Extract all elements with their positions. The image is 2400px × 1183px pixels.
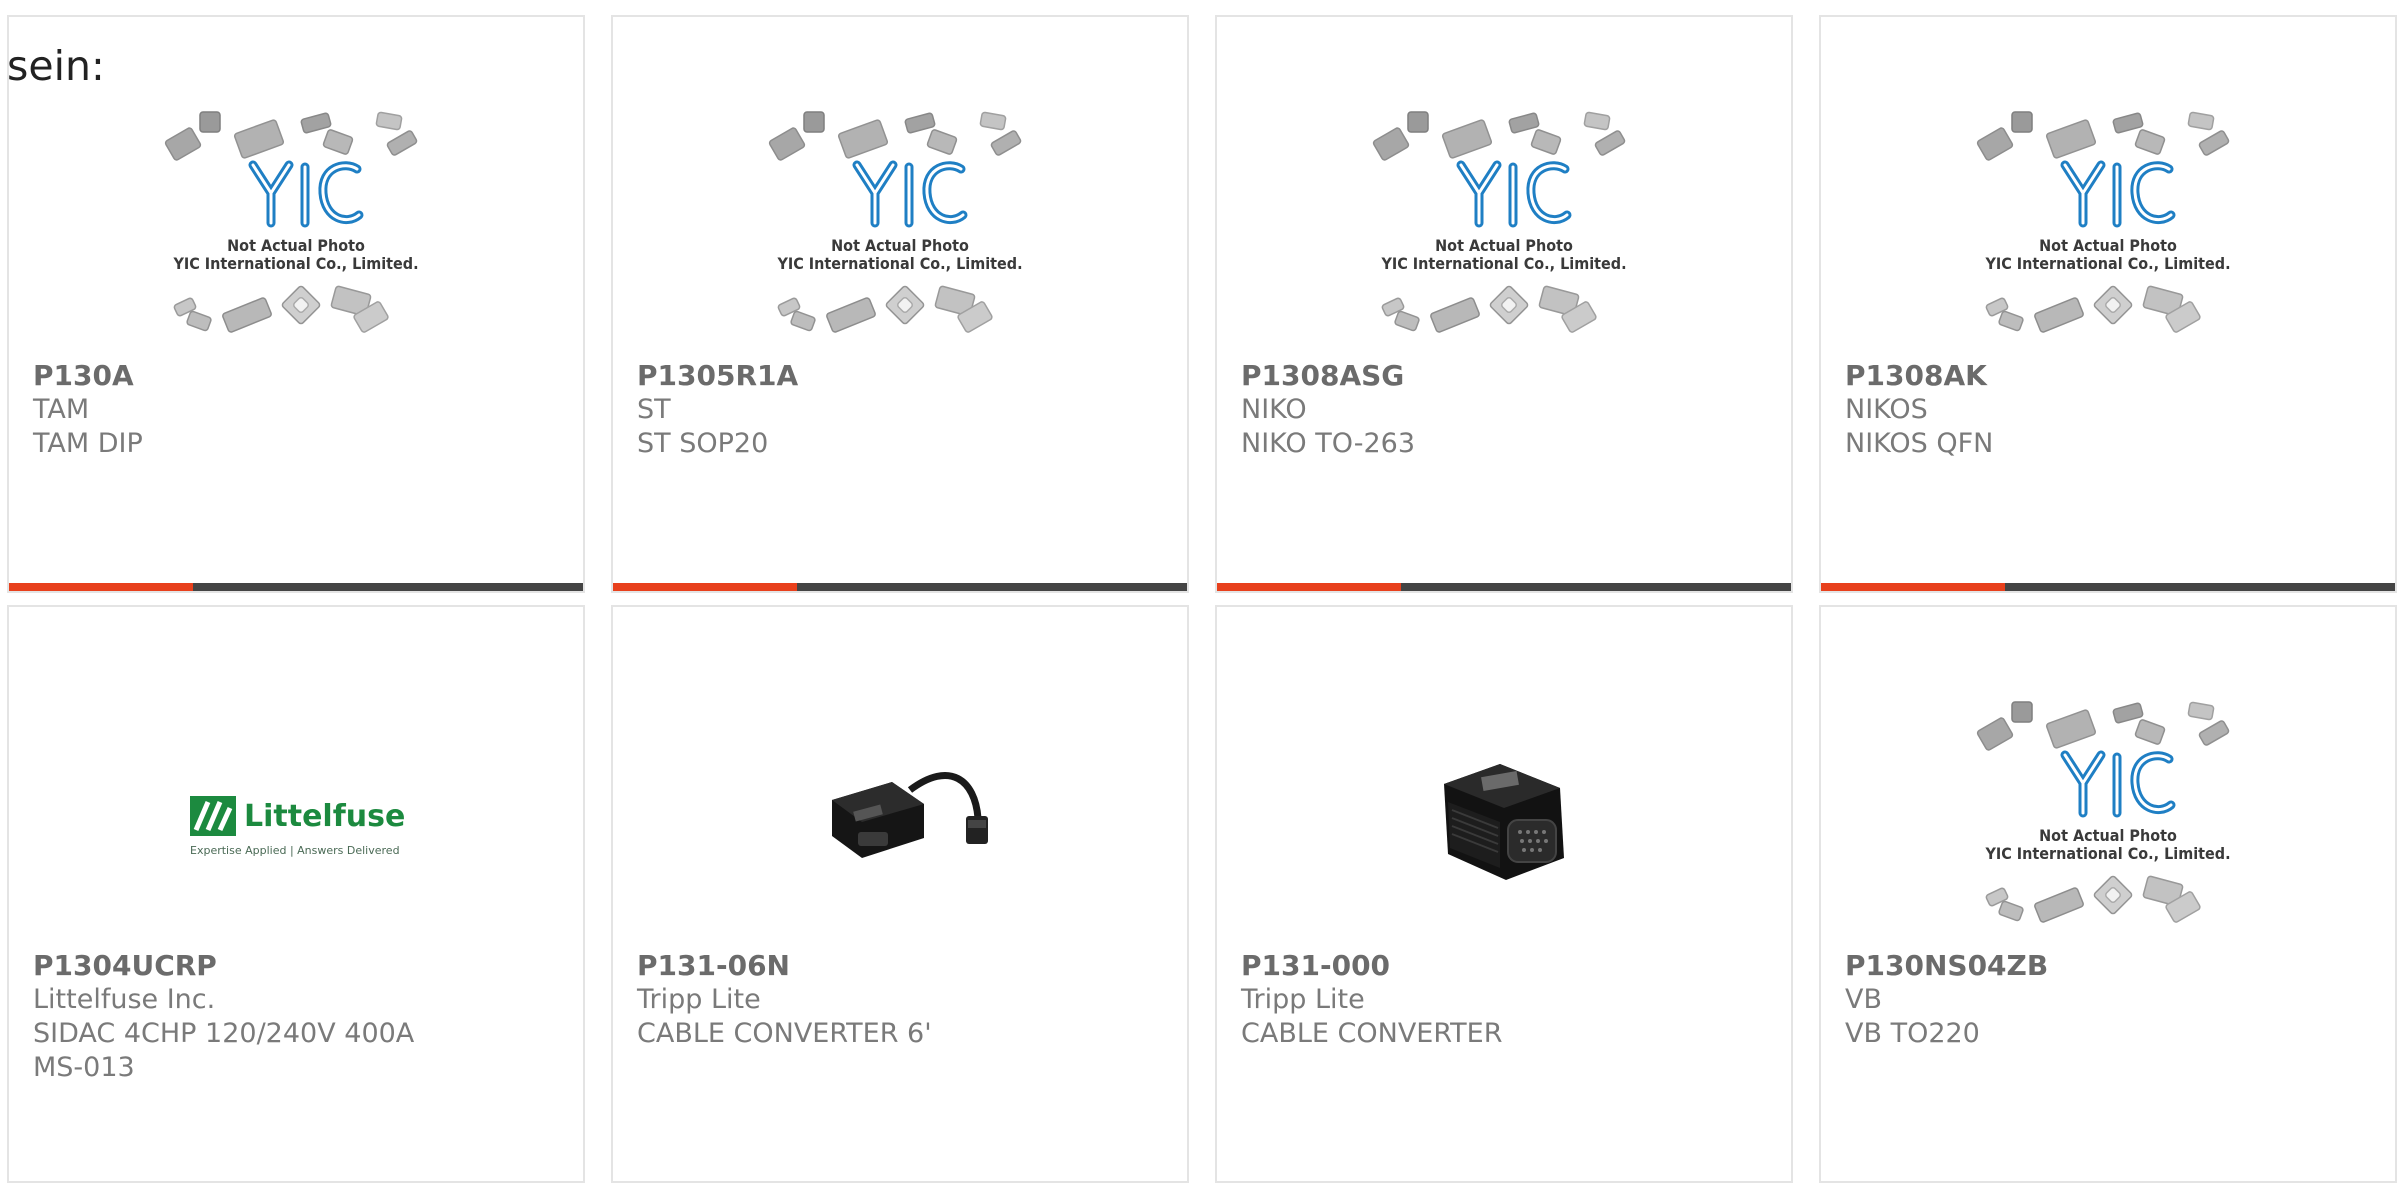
part-number[interactable]: P131-06N xyxy=(637,949,1047,983)
placeholder-line2: YIC International Co., Limited. xyxy=(1984,844,2230,863)
placeholder-line1: Not Actual Photo xyxy=(2039,826,2177,845)
product-card-link[interactable]: Littelfuse Expertise Applied | Answers D… xyxy=(9,607,583,1181)
placeholder-line1: Not Actual Photo xyxy=(831,236,969,255)
part-number[interactable]: P1308ASG xyxy=(1241,359,1651,393)
product-card[interactable]: Not Actual Photo YIC International Co., … xyxy=(1819,15,2397,593)
littelfuse-tagline: Expertise Applied | Answers Delivered xyxy=(190,844,400,857)
product-image[interactable]: Not Actual Photo YIC International Co., … xyxy=(613,97,1187,362)
description: CABLE CONVERTER 6' xyxy=(637,1018,932,1049)
product-card[interactable]: P131-06N Tripp Lite CABLE CONVERTER 6' xyxy=(611,605,1189,1183)
description: TAM DIP xyxy=(33,428,143,459)
product-card[interactable]: P131-000 Tripp Lite CABLE CONVERTER xyxy=(1215,605,1793,1183)
manufacturer: Tripp Lite xyxy=(637,984,761,1015)
description: NIKOS QFN xyxy=(1845,428,1994,459)
product-image[interactable]: Not Actual Photo YIC International Co., … xyxy=(1821,97,2395,362)
manufacturer: VB xyxy=(1845,984,1882,1015)
manufacturer: NIKO xyxy=(1241,394,1307,425)
yic-placeholder-image: Not Actual Photo YIC International Co., … xyxy=(1372,111,1627,333)
card-accent-segment xyxy=(9,583,193,591)
card-accent-bar xyxy=(1821,583,2395,591)
card-accent-bar xyxy=(613,583,1187,591)
placeholder-line2: YIC International Co., Limited. xyxy=(776,254,1022,273)
part-number[interactable]: P130NS04ZB xyxy=(1845,949,2255,983)
placeholder-line2: YIC International Co., Limited. xyxy=(1984,254,2230,273)
card-accent-bar xyxy=(9,583,583,591)
placeholder-line2: YIC International Co., Limited. xyxy=(1380,254,1626,273)
product-card[interactable]: Littelfuse Expertise Applied | Answers D… xyxy=(7,605,585,1183)
manufacturer: NIKOS xyxy=(1845,394,1928,425)
product-card-link[interactable]: Not Actual Photo YIC International Co., … xyxy=(1821,17,2395,591)
product-card[interactable]: Not Actual Photo YIC International Co., … xyxy=(1215,15,1793,593)
product-info: P1304UCRP Littelfuse Inc. SIDAC 4CHP 120… xyxy=(33,949,443,1085)
product-card-link[interactable]: P131-000 Tripp Lite CABLE CONVERTER xyxy=(1217,607,1791,1181)
description: ST SOP20 xyxy=(637,428,769,459)
description: CABLE CONVERTER xyxy=(1241,1018,1503,1049)
product-card[interactable]: Not Actual Photo YIC International Co., … xyxy=(611,15,1189,593)
description: SIDAC 4CHP 120/240V 400A MS-013 xyxy=(33,1018,415,1083)
littelfuse-logo: Littelfuse Expertise Applied | Answers D… xyxy=(190,795,405,857)
product-info: P131-06N Tripp Lite CABLE CONVERTER 6' xyxy=(637,949,1047,1051)
part-number[interactable]: P1305R1A xyxy=(637,359,1047,393)
description: NIKO TO-263 xyxy=(1241,428,1415,459)
placeholder-line1: Not Actual Photo xyxy=(227,236,365,255)
vga-dongle-image xyxy=(1444,763,1564,880)
product-card-link[interactable]: Not Actual Photo YIC International Co., … xyxy=(1821,607,2395,1181)
placeholder-line1: Not Actual Photo xyxy=(1435,236,1573,255)
product-card[interactable]: Not Actual Photo YIC International Co., … xyxy=(1819,605,2397,1183)
part-number[interactable]: P131-000 xyxy=(1241,949,1651,983)
product-card-link[interactable]: Not Actual Photo YIC International Co., … xyxy=(9,17,583,591)
card-accent-bar xyxy=(1217,583,1791,591)
product-info: P1308AK NIKOS NIKOS QFN xyxy=(1845,359,2255,461)
product-image[interactable]: Not Actual Photo YIC International Co., … xyxy=(1821,687,2395,952)
manufacturer: TAM xyxy=(33,394,90,425)
product-card-link[interactable]: P131-06N Tripp Lite CABLE CONVERTER 6' xyxy=(613,607,1187,1181)
product-info: P130NS04ZB VB VB TO220 xyxy=(1845,949,2255,1051)
product-info: P1305R1A ST ST SOP20 xyxy=(637,359,1047,461)
product-image[interactable]: Not Actual Photo YIC International Co., … xyxy=(9,97,583,362)
placeholder-line2: YIC International Co., Limited. xyxy=(172,254,418,273)
product-card-link[interactable]: Not Actual Photo YIC International Co., … xyxy=(1217,17,1791,591)
product-image[interactable] xyxy=(613,687,1187,952)
manufacturer: Littelfuse Inc. xyxy=(33,984,216,1015)
description: VB TO220 xyxy=(1845,1018,1980,1049)
yic-placeholder-image: Not Actual Photo YIC International Co., … xyxy=(164,111,419,333)
product-card[interactable]: Not Actual Photo YIC International Co., … xyxy=(7,15,585,593)
yic-placeholder-image: Not Actual Photo YIC International Co., … xyxy=(1976,111,2231,333)
vga-cable-adapter-image xyxy=(832,771,988,858)
yic-placeholder-image: Not Actual Photo YIC International Co., … xyxy=(1976,701,2231,923)
product-info: P1308ASG NIKO NIKO TO-263 xyxy=(1241,359,1651,461)
yic-placeholder-image: Not Actual Photo YIC International Co., … xyxy=(768,111,1023,333)
part-number[interactable]: P1304UCRP xyxy=(33,949,443,983)
littelfuse-wordmark: Littelfuse xyxy=(244,799,405,834)
product-image[interactable]: Littelfuse Expertise Applied | Answers D… xyxy=(9,687,583,952)
manufacturer: ST xyxy=(637,394,671,425)
part-number[interactable]: P1308AK xyxy=(1845,359,2255,393)
placeholder-line1: Not Actual Photo xyxy=(2039,236,2177,255)
product-info: P131-000 Tripp Lite CABLE CONVERTER xyxy=(1241,949,1651,1051)
product-card-link[interactable]: Not Actual Photo YIC International Co., … xyxy=(613,17,1187,591)
product-info: P130A TAM TAM DIP xyxy=(33,359,443,461)
card-accent-segment xyxy=(1217,583,1401,591)
manufacturer: Tripp Lite xyxy=(1241,984,1365,1015)
heading-fragment: sein: xyxy=(7,42,105,90)
card-accent-segment xyxy=(1821,583,2005,591)
part-number[interactable]: P130A xyxy=(33,359,443,393)
product-image[interactable] xyxy=(1217,687,1791,952)
product-image[interactable]: Not Actual Photo YIC International Co., … xyxy=(1217,97,1791,362)
card-accent-segment xyxy=(613,583,797,591)
